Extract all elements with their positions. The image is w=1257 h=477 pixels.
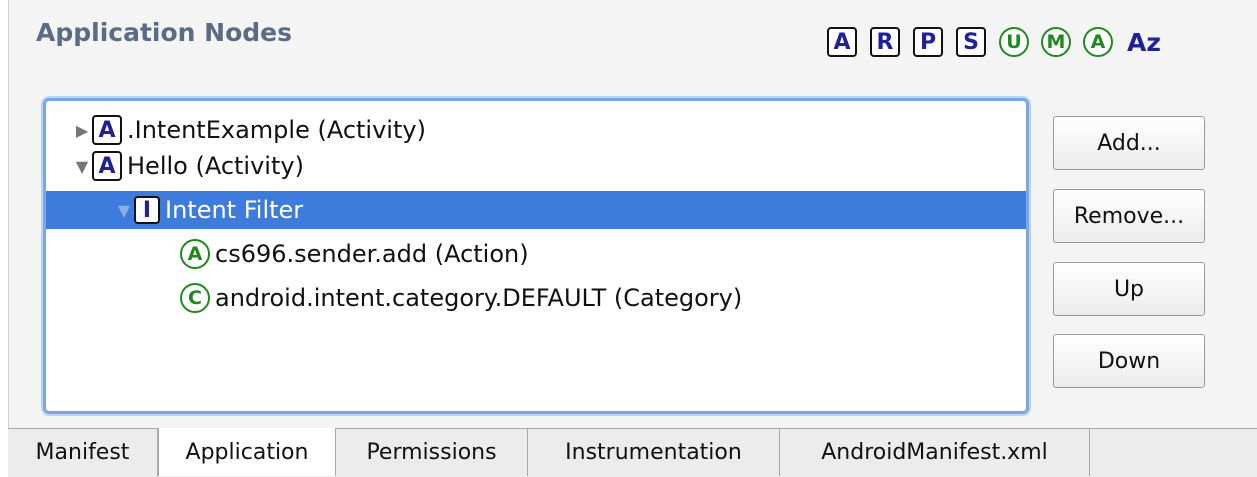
editor-tab-bar: Manifest Application Permissions Instrum…	[8, 428, 1257, 477]
expanded-arrow-icon[interactable]: ▼	[72, 157, 92, 176]
tab-instrumentation[interactable]: Instrumentation	[528, 429, 780, 476]
activity-filter-icon[interactable]: A	[827, 27, 857, 57]
activity-node-icon: A	[92, 115, 122, 145]
action-node-icon: A	[180, 239, 210, 269]
metadata-filter-icon[interactable]: M	[1041, 27, 1071, 57]
provider-filter-icon[interactable]: P	[913, 27, 943, 57]
tab-androidmanifest-xml[interactable]: AndroidManifest.xml	[780, 429, 1090, 476]
category-node-icon: C	[180, 283, 210, 313]
application-nodes-panel: Application Nodes A R P S U M A Az ▶ A .…	[8, 0, 1257, 428]
application-tree[interactable]: ▶ A .IntentExample (Activity) ▼ A Hello …	[43, 98, 1029, 414]
activity-node-icon: A	[92, 151, 122, 181]
uses-library-filter-icon[interactable]: U	[999, 27, 1029, 57]
intent-filter-node-icon: I	[134, 196, 160, 224]
expanded-arrow-icon[interactable]: ▼	[114, 201, 134, 220]
tree-node-label: android.intent.category.DEFAULT (Categor…	[215, 284, 743, 312]
tree-node-label: cs696.sender.add (Action)	[215, 240, 529, 268]
action-filter-icon[interactable]: A	[1083, 27, 1113, 57]
panel-title: Application Nodes	[36, 18, 292, 47]
sort-az-icon[interactable]: Az	[1127, 28, 1161, 57]
tree-node-intentexample[interactable]: ▶ A .IntentExample (Activity)	[46, 111, 1026, 149]
tree-node-action[interactable]: A cs696.sender.add (Action)	[46, 235, 1026, 273]
add-button[interactable]: Add...	[1053, 116, 1205, 170]
up-button[interactable]: Up	[1053, 262, 1205, 316]
tree-node-label: Hello (Activity)	[127, 152, 304, 180]
tree-node-hello[interactable]: ▼ A Hello (Activity)	[46, 147, 1026, 185]
service-filter-icon[interactable]: S	[956, 27, 986, 57]
collapsed-arrow-icon[interactable]: ▶	[72, 121, 92, 140]
remove-button[interactable]: Remove...	[1053, 189, 1205, 243]
receiver-filter-icon[interactable]: R	[870, 27, 900, 57]
tree-node-label: Intent Filter	[165, 196, 304, 224]
tree-node-label: .IntentExample (Activity)	[127, 116, 426, 144]
tab-manifest[interactable]: Manifest	[8, 429, 158, 476]
tree-node-category[interactable]: C android.intent.category.DEFAULT (Categ…	[46, 279, 1026, 317]
tree-node-intent-filter[interactable]: ▼ I Intent Filter	[46, 191, 1026, 229]
filter-toolbar: A R P S U M A Az	[827, 27, 1161, 57]
tab-permissions[interactable]: Permissions	[336, 429, 528, 476]
tab-application[interactable]: Application	[158, 428, 336, 476]
down-button[interactable]: Down	[1053, 334, 1205, 388]
